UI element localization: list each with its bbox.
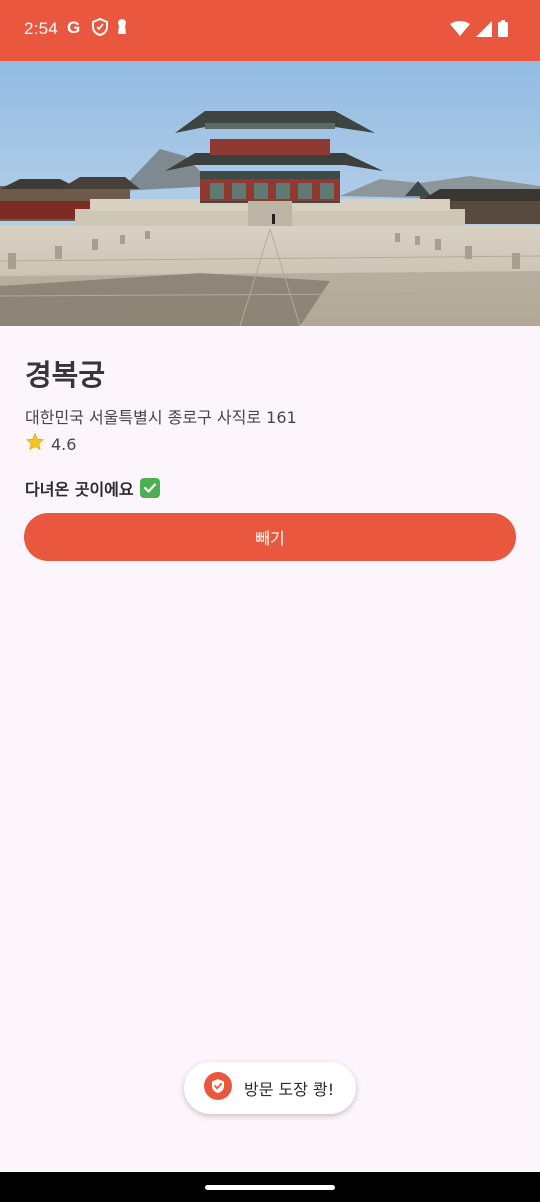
keyhole-icon (116, 18, 128, 40)
home-indicator[interactable] (205, 1185, 335, 1190)
status-time: 2:54 (24, 19, 58, 38)
place-photo (0, 61, 540, 326)
status-bar: 2:54 G (0, 0, 540, 61)
visited-label: 다녀온 곳이에요 (25, 480, 134, 499)
shield-icon (91, 17, 108, 40)
status-left: 2:54 G (24, 17, 128, 40)
google-icon: G (66, 18, 84, 40)
place-name: 경복궁 (25, 358, 106, 392)
remove-button[interactable]: 빼기 (24, 513, 516, 561)
check-mark-icon (139, 478, 160, 498)
stamp-check-icon (204, 1072, 232, 1104)
toast: 방문 도장 쾅! (184, 1062, 356, 1114)
battery-icon (498, 20, 508, 41)
navigation-bar (0, 1172, 540, 1202)
cellular-signal-icon (476, 20, 492, 41)
wifi-icon (450, 20, 470, 41)
svg-text:G: G (67, 18, 80, 36)
rating-row: 4.6 (25, 432, 76, 456)
toast-message: 방문 도장 쾅! (244, 1080, 335, 1099)
status-right (450, 20, 508, 41)
place-address: 대한민국 서울특별시 종로구 사직로 161 (25, 408, 297, 427)
rating-value: 4.6 (51, 434, 77, 454)
star-icon (25, 432, 45, 456)
visited-status: 다녀온 곳이에요 (25, 476, 160, 500)
